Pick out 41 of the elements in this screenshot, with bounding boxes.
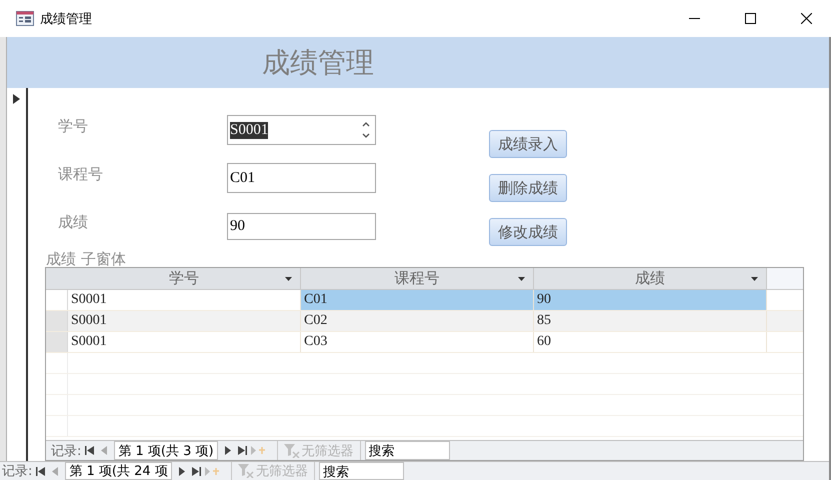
action-button[interactable]: 删除成绩 — [489, 174, 567, 202]
minimize-icon — [688, 18, 700, 20]
first-record-icon[interactable] — [36, 466, 46, 476]
record-selector-icon — [13, 94, 20, 104]
search-field[interactable]: 搜索 — [364, 441, 450, 460]
column-header[interactable]: 学号 — [68, 268, 301, 289]
dropdown-caret-icon[interactable] — [751, 277, 758, 281]
record-position-field[interactable]: 第 1 项(共 24 项 — [65, 462, 172, 480]
filter-icon — [284, 444, 300, 458]
table-cell: C03 — [301, 332, 534, 352]
window-title: 成绩管理 — [40, 10, 93, 28]
field-label: 成绩 — [57, 212, 89, 232]
dropdown-caret-icon[interactable] — [285, 277, 292, 281]
form-icon — [16, 11, 34, 26]
input-field[interactable]: C01 — [227, 163, 376, 193]
record-label: 记录: — [2, 463, 32, 480]
form-title: 成绩管理 — [262, 44, 374, 80]
table-cell: C02 — [301, 311, 534, 331]
field-label: 学号 — [57, 116, 89, 136]
field-label: 课程号 — [57, 164, 104, 184]
subform-label: 成绩 子窗体 — [46, 251, 127, 267]
last-record-icon[interactable] — [238, 446, 247, 455]
table-cell: C01 — [301, 290, 534, 310]
record-label: 记录: — [51, 442, 82, 460]
close-icon — [800, 13, 812, 24]
search-field[interactable]: 搜索 — [318, 462, 404, 480]
spin-field[interactable]: S0001 — [227, 115, 376, 145]
record-position-field[interactable]: 第 1 项(共 3 项) — [114, 441, 218, 460]
table-cell: S0001 — [68, 311, 301, 331]
column-header[interactable]: 课程号 — [301, 268, 534, 289]
dropdown-caret-icon[interactable] — [518, 277, 525, 281]
action-button[interactable]: 成绩录入 — [489, 130, 567, 158]
first-record-icon[interactable] — [85, 446, 94, 455]
table-cell: S0001 — [68, 332, 301, 352]
action-button[interactable]: 修改成绩 — [489, 218, 567, 246]
maximize-icon — [744, 13, 756, 24]
last-record-icon[interactable] — [192, 466, 201, 476]
table-cell: 90 — [534, 290, 767, 310]
input-field[interactable]: 90 — [227, 212, 376, 240]
table-cell: 60 — [534, 332, 767, 352]
table-cell: 85 — [534, 311, 767, 331]
